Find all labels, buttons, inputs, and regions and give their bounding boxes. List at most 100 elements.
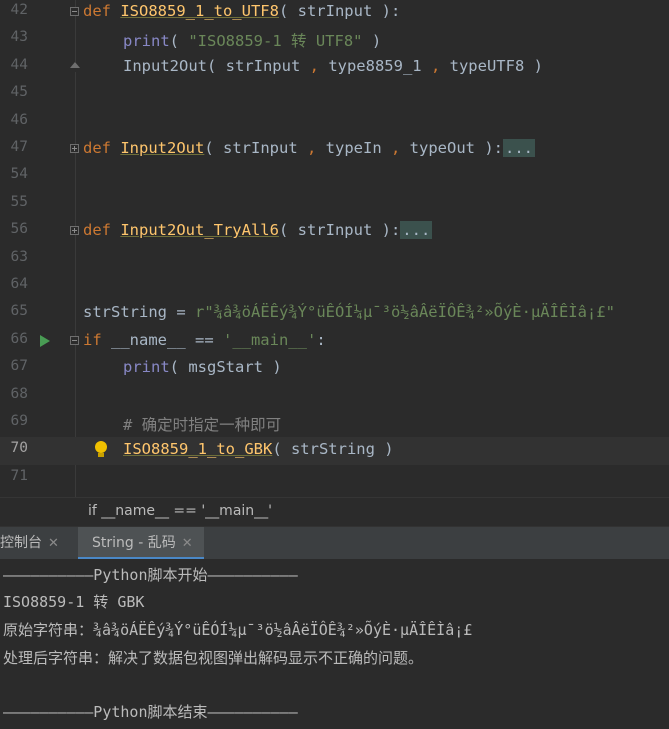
code-token: def [83, 139, 121, 157]
code-text: ISO8859_1_to_GBK( strString ) [83, 440, 394, 458]
line-number: 45 [10, 84, 28, 101]
console-line: 处理后字符串：解决了数据包视图弹出解码显示不正确的问题。 [3, 649, 424, 667]
code-line[interactable]: 71 [0, 465, 669, 492]
code-text: def Input2Out( strInput , typeIn , typeO… [83, 139, 535, 157]
folded-code-placeholder[interactable]: ... [502, 139, 535, 157]
code-token: = [176, 303, 195, 322]
code-line[interactable]: 47 def Input2Out( strInput , typeIn , typ… [0, 136, 669, 163]
line-number: 70 [10, 440, 28, 457]
code-line[interactable]: 63 [0, 246, 669, 273]
line-number: 71 [10, 467, 28, 484]
console-output[interactable]: ——————————Python脚本开始—————————— ISO8859-1… [0, 559, 669, 729]
code-line[interactable]: 42 def ISO8859_1_to_UTF8( strInput ): [0, 0, 669, 26]
collapse-fold-icon[interactable] [70, 335, 79, 345]
tab-label: 控制台 [0, 535, 42, 551]
expand-fold-icon[interactable] [70, 144, 79, 153]
code-token: "ISO8859-1 转 UTF8" [188, 32, 363, 51]
code-line[interactable]: 54 [0, 163, 669, 190]
code-token: , [309, 56, 319, 75]
line-number: 56 [10, 221, 28, 238]
code-line[interactable]: 66 if __name__ == '__main__': [0, 328, 669, 355]
code-token: Input2Out_TryAll6 [120, 221, 279, 240]
code-token: Input2Out( strInput [123, 56, 310, 75]
code-line[interactable]: 55 [0, 191, 669, 218]
console-line: 原始字符串：¾â¾öÁËÊý¾Ý°üÊÓÍ¼µ¯³ö½âÂëÏÔÊ¾²»ÕýÈ·… [3, 621, 473, 639]
line-number: 68 [10, 385, 28, 402]
code-text: if __name__ == '__main__': [83, 331, 326, 349]
line-number: 67 [10, 358, 28, 375]
collapse-fold-icon[interactable] [70, 7, 79, 16]
tab-label: String - 乱码 [92, 535, 176, 551]
tool-window-tabs: 控制台 ✕ String - 乱码 ✕ [0, 526, 669, 561]
console-line: ——————————Python脚本结束—————————— [3, 703, 298, 721]
code-token: ( [169, 32, 189, 51]
run-icon[interactable] [40, 334, 50, 347]
code-line[interactable]: 43 print( "ISO8859-1 转 UTF8" ) [0, 26, 669, 53]
code-token: , [390, 139, 401, 157]
code-token: ( strInput ): [278, 221, 401, 240]
tab-string-garbled[interactable]: String - 乱码 ✕ [78, 527, 204, 560]
code-token: strString [83, 303, 177, 322]
code-line[interactable]: 56 def Input2Out_TryAll6( strInput ):... [0, 218, 669, 245]
tab-console[interactable]: 控制台 ✕ [0, 527, 68, 560]
code-token: typeIn [316, 139, 391, 157]
code-text: def ISO8859_1_to_UTF8( strInput ): [83, 2, 400, 20]
code-text: print( "ISO8859-1 转 UTF8" ) [83, 29, 381, 51]
code-token: def [83, 221, 121, 240]
code-token: if [83, 330, 111, 349]
code-token: ISO8859_1_to_GBK [123, 440, 273, 459]
code-token: ( strInput [204, 139, 307, 157]
code-token: '__main__' [222, 330, 317, 349]
code-line[interactable]: 45 [0, 81, 669, 108]
close-icon[interactable]: ✕ [182, 536, 193, 551]
collapse-fold-icon[interactable] [70, 61, 80, 72]
code-token: Input2Out [120, 139, 205, 157]
code-text: strString = r"¾â¾öÁËÊý¾Ý°üÊÓÍ¼µ¯³ö½âÂëÏÔ… [83, 303, 615, 321]
code-token: def [83, 2, 121, 20]
code-line[interactable]: 65 strString = r"¾â¾öÁËÊý¾Ý°üÊÓÍ¼µ¯³ö½âÂë… [0, 300, 669, 327]
code-token: : [316, 330, 326, 349]
line-number: 69 [10, 413, 28, 429]
code-token: typeUTF8 ) [440, 56, 543, 75]
code-line[interactable]: 69 # 确定时指定一种即可 [0, 410, 669, 437]
code-line[interactable]: 64 [0, 273, 669, 300]
line-number: 63 [10, 248, 28, 265]
code-line[interactable]: 68 [0, 383, 669, 410]
code-token: , [306, 139, 317, 157]
code-text: # 确定时指定一种即可 [83, 413, 281, 435]
line-number: 66 [10, 330, 28, 347]
code-token: ) [362, 32, 382, 51]
breadcrumb[interactable]: if __name__ == '__main__' [0, 497, 669, 526]
code-line[interactable]: 46 [0, 109, 669, 136]
code-token: ISO8859_1_to_UTF8 [120, 2, 279, 20]
code-token: ( strString ) [272, 440, 394, 459]
code-text: print( msgStart ) [83, 358, 282, 376]
code-token: print [123, 32, 170, 51]
console-line: ——————————Python脚本开始—————————— [3, 566, 298, 584]
line-number: 54 [10, 166, 28, 183]
code-token: type8859_1 [318, 56, 431, 75]
code-line[interactable]: 70 ISO8859_1_to_GBK( strString ) [0, 437, 669, 465]
line-number: 47 [10, 139, 28, 155]
code-token: ( strInput ): [278, 2, 401, 20]
close-icon[interactable]: ✕ [48, 536, 59, 551]
line-number: 55 [10, 193, 28, 210]
console-line: ISO8859-1 转 GBK [3, 593, 145, 611]
line-number: 42 [10, 2, 28, 18]
code-token: , [430, 56, 441, 75]
code-editor[interactable]: 42 def ISO8859_1_to_UTF8( strInput ): 43 pr… [0, 0, 669, 497]
line-number: 44 [10, 56, 28, 73]
code-text: def Input2Out_TryAll6( strInput ):... [83, 221, 433, 240]
code-token: typeOut ): [400, 139, 503, 157]
code-token: # 确定时指定一种即可 [123, 416, 282, 434]
line-number: 43 [10, 29, 28, 46]
code-line[interactable]: 44 Input2Out( strInput , type8859_1 , typ… [0, 54, 669, 81]
line-number: 64 [10, 276, 28, 292]
folded-code-placeholder[interactable]: ... [400, 221, 433, 240]
code-line[interactable]: 67 print( msgStart ) [0, 355, 669, 382]
code-token: ( msgStart ) [169, 358, 282, 377]
breadcrumb-item[interactable]: if __name__ == '__main__' [88, 503, 272, 519]
line-number: 46 [10, 111, 28, 128]
expand-fold-icon[interactable] [70, 226, 79, 236]
line-number: 65 [10, 303, 28, 320]
